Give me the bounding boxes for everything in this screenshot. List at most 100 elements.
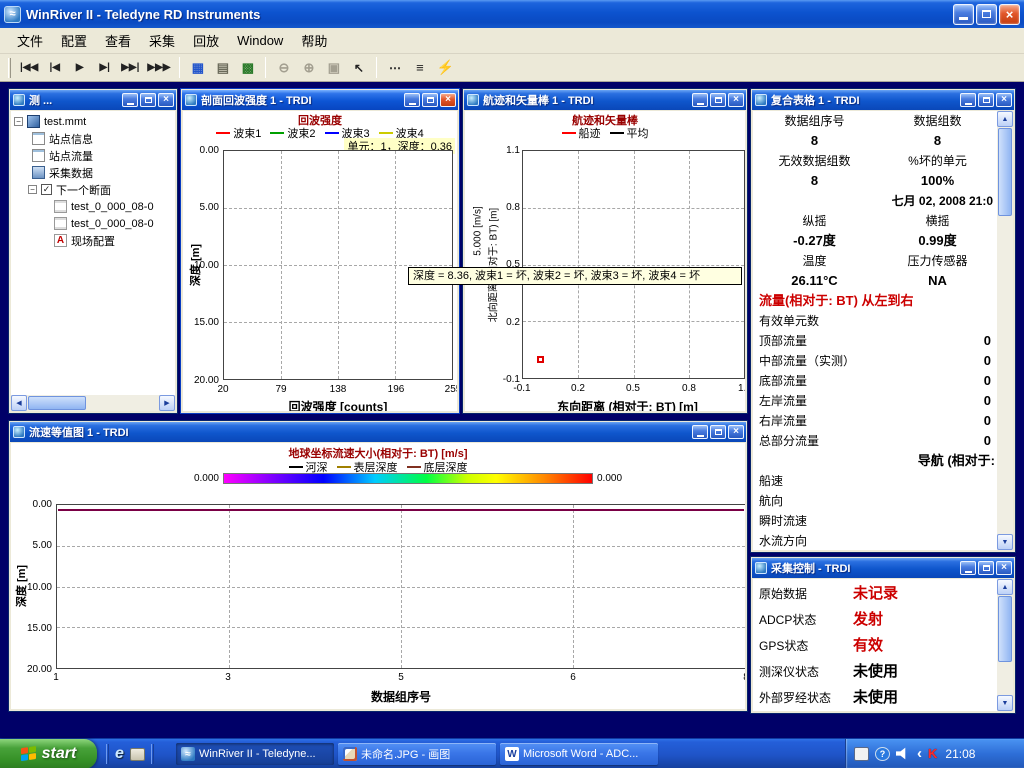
collapse-icon[interactable]: − xyxy=(14,117,23,126)
quick-launch-handle[interactable] xyxy=(151,744,154,764)
table-row-navigation-header: 导航 (相对于: xyxy=(753,451,997,471)
scroll-down-button[interactable]: ▼ xyxy=(997,534,1013,550)
start-button[interactable]: start xyxy=(0,739,97,768)
scrollbar-thumb[interactable] xyxy=(28,396,86,410)
menu-window[interactable]: Window xyxy=(228,29,292,52)
track-minimize-button[interactable] xyxy=(692,93,708,107)
acq-vertical-scrollbar[interactable]: ▲ ▼ xyxy=(997,579,1013,711)
menu-help[interactable]: 帮助 xyxy=(292,27,336,54)
series-line-icon xyxy=(325,132,339,134)
tree-horizontal-scrollbar[interactable]: ◀ ▶ xyxy=(11,395,175,411)
acq-minimize-button[interactable] xyxy=(960,561,976,575)
tray-red-k-icon[interactable]: K xyxy=(928,746,937,761)
collapse-icon[interactable]: − xyxy=(28,185,37,194)
first-ensemble-button[interactable]: |◀◀ xyxy=(17,56,41,79)
acq-close-button[interactable]: × xyxy=(996,561,1012,575)
tree-item-field-configuration[interactable]: A 现场配置 xyxy=(11,232,175,249)
step-forward-button[interactable]: ▶| xyxy=(93,56,116,79)
contour-restore-button[interactable] xyxy=(710,425,726,439)
table-restore-button[interactable] xyxy=(978,93,994,107)
echo-minimize-button[interactable] xyxy=(404,93,420,107)
contour-close-button[interactable]: × xyxy=(728,425,744,439)
scrollbar-thumb[interactable] xyxy=(998,128,1012,216)
tree-restore-button[interactable] xyxy=(140,93,156,107)
add-graph-icon[interactable]: ▩ xyxy=(236,56,259,79)
quick-launch-handle[interactable] xyxy=(106,744,109,764)
taskbar-item-paint[interactable]: 未命名.JPG - 画图 xyxy=(338,743,496,765)
echo-close-button[interactable]: × xyxy=(440,93,456,107)
tree-item-data-file-2[interactable]: test_0_000_08-0 xyxy=(11,215,175,232)
window-icon xyxy=(755,562,767,574)
table-row: -0.27度0.99度 xyxy=(753,231,997,251)
menu-view[interactable]: 查看 xyxy=(96,27,140,54)
collapse-chevron-icon[interactable]: ‹ xyxy=(917,746,922,761)
echo-window-titlebar[interactable]: 剖面回波强度 1 - TRDI × xyxy=(182,90,458,110)
play-button[interactable]: ▶ xyxy=(68,56,91,79)
scroll-up-button[interactable]: ▲ xyxy=(997,579,1013,595)
table-cell: 0 xyxy=(984,331,991,351)
menu-acquire[interactable]: 采集 xyxy=(140,27,184,54)
step-back-button[interactable]: |◀ xyxy=(43,56,66,79)
restore-button[interactable] xyxy=(976,4,997,25)
legend-label: 船迹 xyxy=(579,125,601,141)
tree-close-button[interactable]: × xyxy=(158,93,174,107)
help-tray-icon[interactable]: ? xyxy=(875,747,890,761)
tree-item-site-discharge[interactable]: 站点流量 xyxy=(11,147,175,164)
minimize-button[interactable] xyxy=(953,4,974,25)
pan-icon[interactable]: ▣ xyxy=(322,56,345,79)
table-cell: 中部流量（实测） xyxy=(759,351,855,371)
tree-item-collect-data[interactable]: 采集数据 xyxy=(11,164,175,181)
table-vertical-scrollbar[interactable]: ▲ ▼ xyxy=(997,111,1013,550)
site-discharge-icon xyxy=(32,149,45,162)
list-icon[interactable]: ≡ xyxy=(408,56,431,79)
collect-data-icon xyxy=(32,166,45,179)
tree-item-next-transect[interactable]: − ✓ 下一个断面 xyxy=(11,181,175,198)
dots-icon[interactable]: ⋯ xyxy=(383,56,406,79)
tree-item-data-file-1[interactable]: test_0_000_08-0 xyxy=(11,198,175,215)
table-row-date: 七月 02, 2008 21:0 xyxy=(753,191,997,211)
track-restore-button[interactable] xyxy=(710,93,726,107)
last-ensemble-button[interactable]: ▶▶▶ xyxy=(144,56,173,79)
scroll-left-button[interactable]: ◀ xyxy=(11,395,27,411)
internet-explorer-icon[interactable]: e xyxy=(115,745,124,763)
zoom-out-icon[interactable]: ⊖ xyxy=(272,56,295,79)
tree-minimize-button[interactable] xyxy=(122,93,138,107)
scrollbar-thumb[interactable] xyxy=(998,596,1012,662)
table-close-button[interactable]: × xyxy=(996,93,1012,107)
subsection-icon[interactable]: ▦ xyxy=(186,56,209,79)
menu-file[interactable]: 文件 xyxy=(8,27,52,54)
scroll-up-button[interactable]: ▲ xyxy=(997,111,1013,127)
contour-minimize-button[interactable] xyxy=(692,425,708,439)
start-pinging-icon[interactable]: ⚡ xyxy=(433,56,456,79)
volume-icon[interactable] xyxy=(896,747,911,761)
task-label: WinRiver II - Teledyne... xyxy=(199,748,316,760)
show-desktop-icon[interactable] xyxy=(130,748,145,761)
tree-item-site-information[interactable]: 站点信息 xyxy=(11,130,175,147)
y-axis-label: 深度 [m] xyxy=(187,244,203,286)
table-minimize-button[interactable] xyxy=(960,93,976,107)
tree-window-titlebar[interactable]: 测 ... × xyxy=(10,90,176,110)
scroll-down-button[interactable]: ▼ xyxy=(997,695,1013,711)
transect-checkbox-checked[interactable]: ✓ xyxy=(41,184,52,195)
scroll-right-button[interactable]: ▶ xyxy=(159,395,175,411)
menu-playback[interactable]: 回放 xyxy=(184,27,228,54)
acq-restore-button[interactable] xyxy=(978,561,994,575)
close-button[interactable]: × xyxy=(999,4,1020,25)
track-close-button[interactable]: × xyxy=(728,93,744,107)
select-pointer-icon[interactable]: ↖ xyxy=(347,56,370,79)
track-window-titlebar[interactable]: 航迹和矢量棒 1 - TRDI × xyxy=(464,90,746,110)
tree-item-measurement-file[interactable]: − test.mmt xyxy=(11,113,175,130)
arrow-down-icon: ▼ xyxy=(1002,700,1009,707)
taskbar-item-winriver[interactable]: ≈ WinRiver II - Teledyne... xyxy=(176,743,334,765)
ime-icon[interactable] xyxy=(854,747,869,761)
echo-restore-button[interactable] xyxy=(422,93,438,107)
fast-forward-button[interactable]: ▶▶| xyxy=(118,56,142,79)
acq-window-titlebar[interactable]: 采集控制 - TRDI × xyxy=(752,558,1014,578)
menu-configure[interactable]: 配置 xyxy=(52,27,96,54)
table-cell: 底部流量 xyxy=(759,371,807,391)
contour-window-titlebar[interactable]: 流速等值图 1 - TRDI × xyxy=(10,422,746,442)
taskbar-item-word[interactable]: W Microsoft Word - ADC... xyxy=(500,743,658,765)
zoom-in-icon[interactable]: ⊕ xyxy=(297,56,320,79)
tabular-view-icon[interactable]: ▤ xyxy=(211,56,234,79)
table-window-titlebar[interactable]: 复合表格 1 - TRDI × xyxy=(752,90,1014,110)
